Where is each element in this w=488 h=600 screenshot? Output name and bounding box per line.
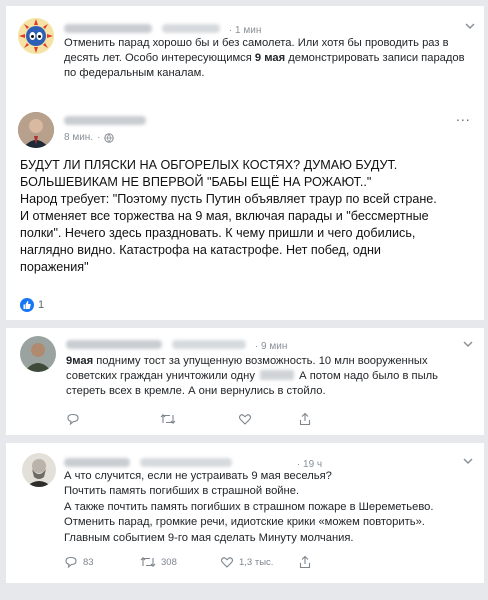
reactions-count: 1: [38, 299, 45, 311]
reply-card-2[interactable]: · 19 ч А что случится, если не устраиват…: [6, 443, 484, 583]
reply-icon: [65, 556, 77, 569]
chevron-down-icon[interactable]: [462, 455, 474, 467]
more-icon[interactable]: ...: [456, 108, 471, 124]
retweet-count: 308: [161, 556, 177, 568]
like-reaction-icon: [20, 298, 34, 312]
retweet-icon: [160, 413, 176, 425]
post-card: 8 мин. · ... БУДУТ ЛИ ПЛЯСКИ НА ОБГОРЕЛЫ…: [6, 102, 484, 320]
avatar-logo-icon: [18, 18, 54, 54]
globe-icon: [104, 132, 115, 143]
chevron-down-icon[interactable]: [462, 338, 474, 350]
tweet-text: Отменить парад хорошо бы и без самолета.…: [64, 37, 465, 79]
share-button[interactable]: [298, 412, 312, 426]
reply-card-1[interactable]: · 9 мин 9мая подниму тост за упущенную в…: [6, 328, 484, 435]
reply-count: 83: [83, 556, 94, 568]
avatar[interactable]: [18, 112, 54, 148]
share-icon: [299, 412, 311, 426]
avatar-photo-icon: [20, 336, 56, 372]
reply-text: 9мая подниму тост за упущенную возможнос…: [66, 355, 438, 397]
avatar-photo-icon: [22, 453, 56, 487]
share-button[interactable]: [298, 555, 312, 569]
reply-button[interactable]: 83: [64, 555, 94, 569]
reactions-summary[interactable]: 1: [20, 298, 44, 312]
chevron-down-icon[interactable]: [464, 20, 476, 32]
redacted-word: [260, 370, 295, 380]
reply-text: А что случится, если не устраивать 9 мая…: [64, 470, 434, 544]
like-button[interactable]: [238, 412, 252, 426]
avatar[interactable]: [18, 18, 54, 54]
tweet-card-1[interactable]: · 1 мин Отменить парад хорошо бы и без с…: [6, 6, 484, 102]
highlight-date: 9мая: [66, 355, 94, 367]
like-count: 1,3 тыс.: [239, 556, 274, 568]
author-handle-blurred[interactable]: [162, 24, 221, 34]
reply-button[interactable]: [66, 412, 80, 426]
retweet-button[interactable]: 308: [140, 555, 177, 569]
author-name-blurred[interactable]: [64, 24, 152, 34]
author-handle-blurred[interactable]: [140, 458, 233, 468]
avatar[interactable]: [22, 453, 56, 487]
highlight-date: 9 мая: [254, 52, 286, 64]
post-headline: БУДУТ ЛИ ПЛЯСКИ НА ОБГОРЕЛЫХ КОСТЯХ? ДУМ…: [20, 158, 398, 189]
author-name-blurred[interactable]: [66, 340, 162, 350]
avatar[interactable]: [20, 336, 56, 372]
author-name-blurred[interactable]: [64, 458, 130, 468]
post-body: Народ требует: "Поэтому пусть Путин объя…: [20, 192, 437, 274]
author-handle-blurred[interactable]: [172, 340, 247, 350]
like-icon: [238, 414, 252, 425]
retweet-icon: [140, 556, 156, 568]
retweet-button[interactable]: [160, 412, 176, 426]
tweet-time[interactable]: · 1 мин: [229, 25, 261, 36]
like-button[interactable]: 1,3 тыс.: [220, 555, 273, 569]
post-time[interactable]: 8 мин.: [64, 132, 93, 143]
avatar-photo-icon: [18, 112, 54, 148]
author-name-blurred[interactable]: [64, 116, 146, 125]
reply-icon: [67, 413, 79, 426]
share-icon: [299, 555, 311, 569]
reply-time[interactable]: · 9 мин: [255, 341, 287, 352]
like-icon: [220, 557, 234, 568]
